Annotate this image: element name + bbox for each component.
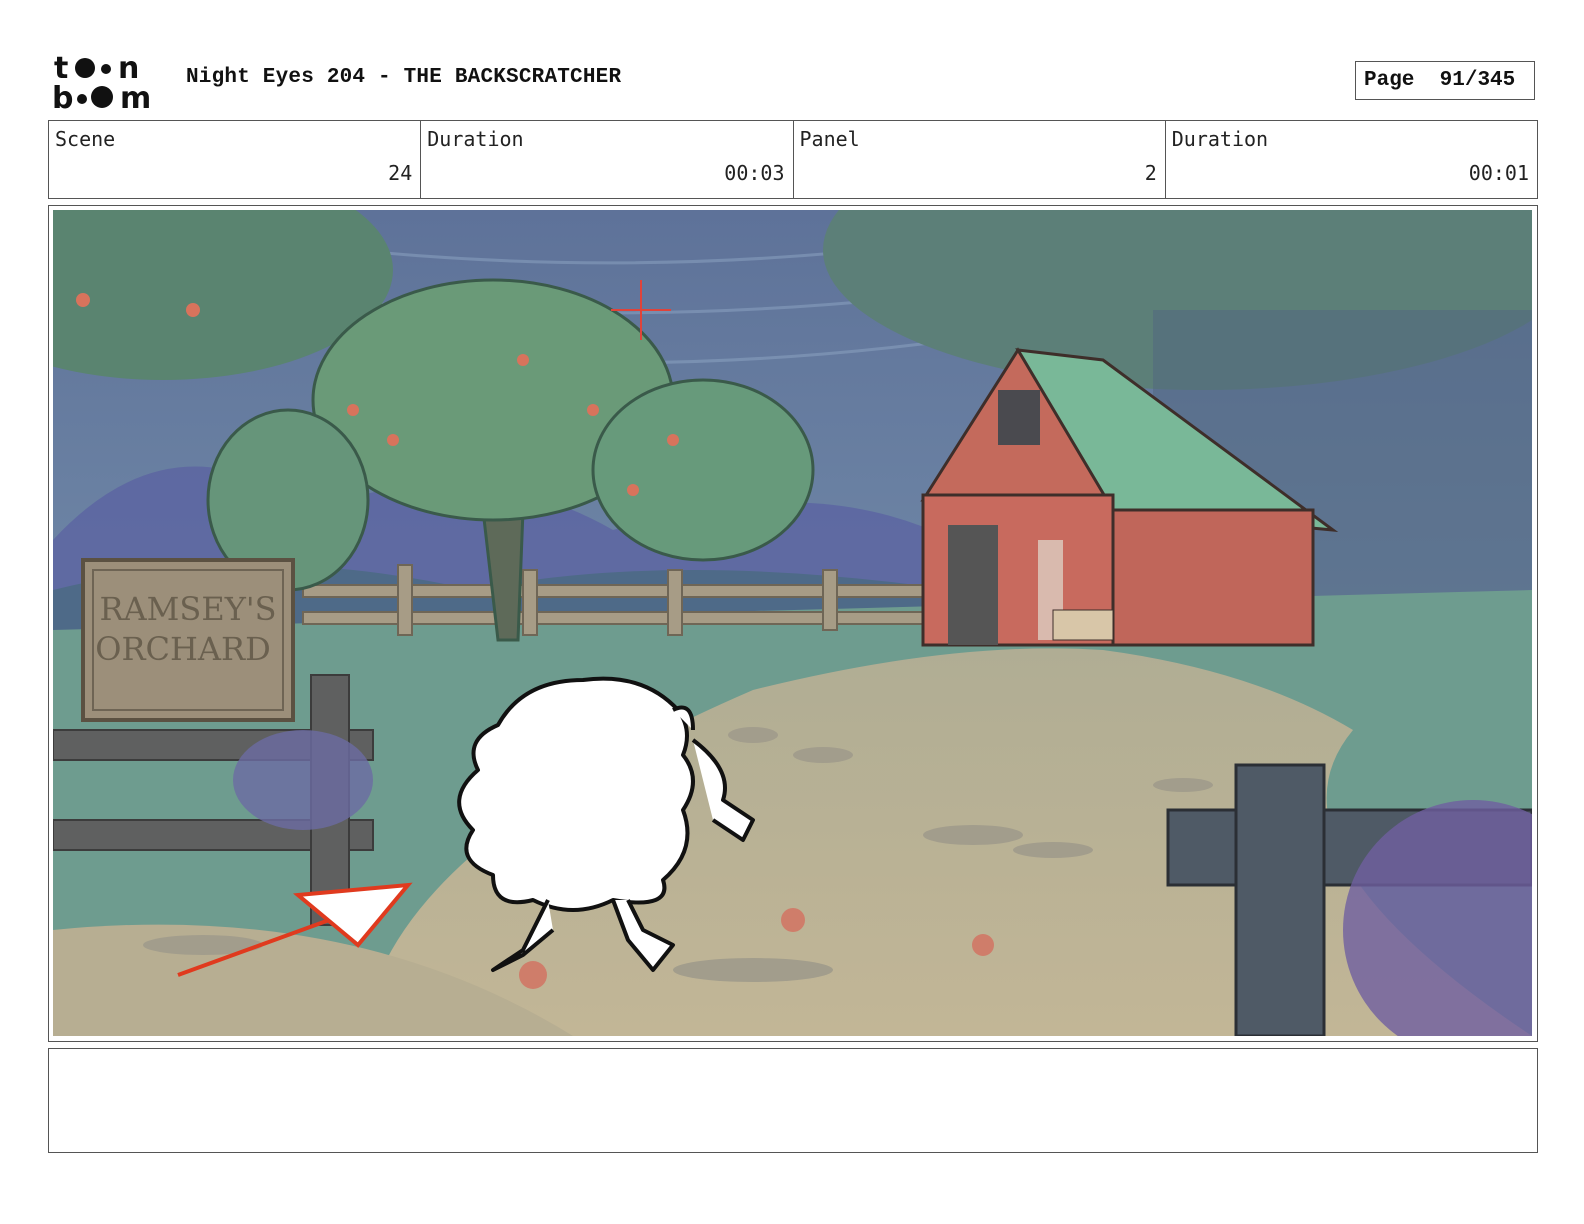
scene-label: Scene bbox=[55, 127, 116, 151]
sign-text-line1: RAMSEY'S bbox=[99, 590, 276, 628]
scene-info-table: Scene 24 Duration 00:03 Panel 2 Duration… bbox=[48, 120, 1538, 199]
scene-cell: Scene 24 bbox=[49, 121, 422, 198]
panel-artwork: RAMSEY'S ORCHARD bbox=[53, 210, 1532, 1036]
storyboard-panel: RAMSEY'S ORCHARD bbox=[48, 205, 1538, 1042]
document-title: Night Eyes 204 - THE BACKSCRATCHER bbox=[186, 66, 622, 89]
svg-text:m: m bbox=[120, 81, 151, 112]
panel-value: 2 bbox=[1144, 161, 1157, 185]
toon-boom-logo: t n b m bbox=[52, 51, 151, 112]
panel-duration-label: Duration bbox=[1171, 127, 1269, 151]
panel-notes-box bbox=[48, 1048, 1538, 1153]
panel-duration-cell: Duration 00:01 bbox=[1166, 121, 1537, 198]
page-counter: Page 91/345 bbox=[1355, 61, 1535, 100]
sign-text-line2: ORCHARD bbox=[95, 630, 271, 668]
scene-duration-label: Duration bbox=[427, 127, 524, 151]
page-label: Page bbox=[1364, 69, 1415, 92]
scene-duration-value: 00:03 bbox=[724, 161, 785, 185]
page-number: 91/345 bbox=[1439, 69, 1516, 92]
svg-text:b: b bbox=[52, 81, 73, 112]
scene-value: 24 bbox=[388, 161, 413, 185]
panel-duration-value: 00:01 bbox=[1468, 161, 1529, 185]
orchard-sign: RAMSEY'S ORCHARD bbox=[81, 558, 295, 722]
panel-label: Panel bbox=[799, 127, 860, 151]
panel-cell: Panel 2 bbox=[794, 121, 1166, 198]
scene-duration-cell: Duration 00:03 bbox=[421, 121, 794, 198]
